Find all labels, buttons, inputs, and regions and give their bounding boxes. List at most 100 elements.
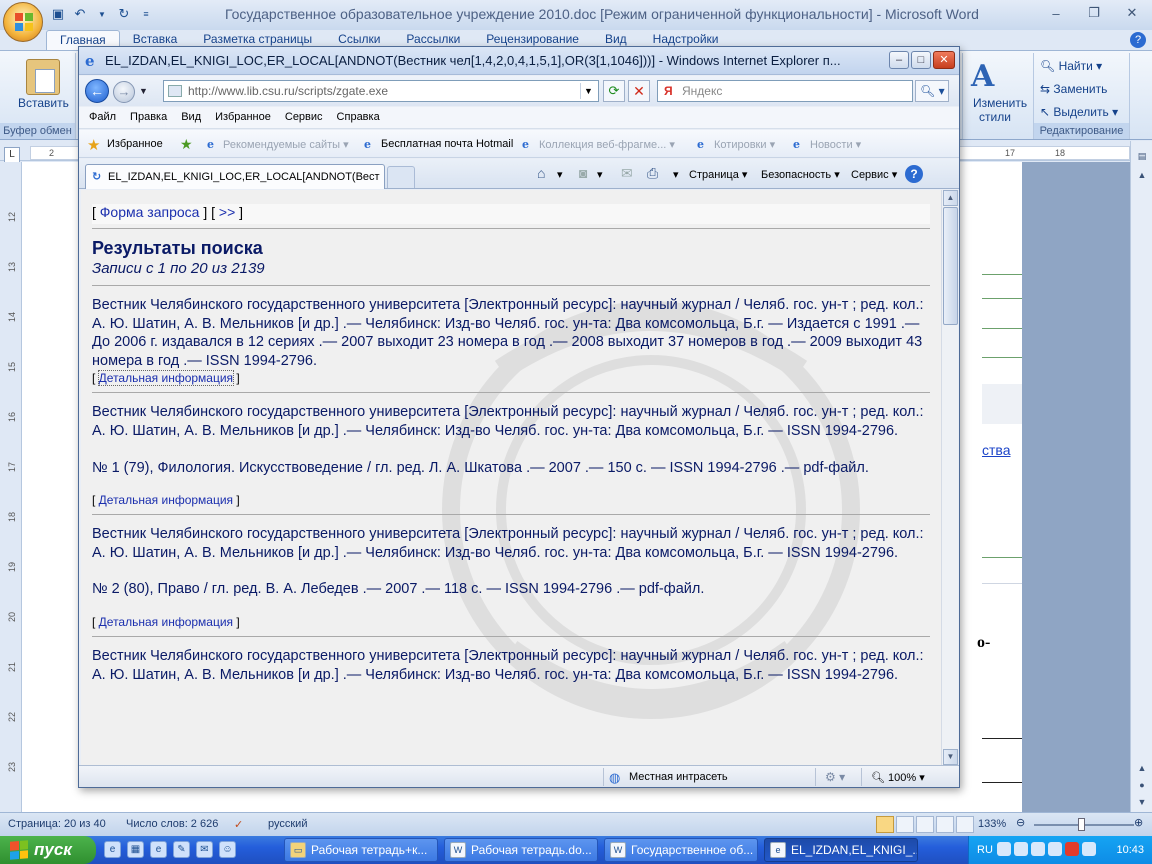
detail-info-link[interactable]: Детальная информация bbox=[97, 370, 235, 387]
scroll-down-icon[interactable]: ▼ bbox=[943, 749, 958, 765]
print-layout-icon[interactable] bbox=[876, 816, 894, 833]
taskbar-button-word-doc[interactable]: W Государственное об... bbox=[604, 838, 758, 862]
search-button[interactable]: 🔍︎ ▾ bbox=[915, 80, 949, 102]
security-icon[interactable] bbox=[1048, 842, 1062, 856]
restore-icon[interactable]: ❐ bbox=[1076, 2, 1112, 24]
next-page-icon[interactable]: ▼ bbox=[1135, 795, 1149, 809]
search-box[interactable]: Я Яндекс bbox=[657, 80, 913, 102]
menu-help[interactable]: Справка bbox=[337, 107, 388, 128]
close-icon[interactable]: ✕ bbox=[1114, 2, 1150, 24]
outlook-icon[interactable]: ✉ bbox=[196, 841, 213, 858]
language-indicator[interactable]: русский bbox=[268, 818, 307, 830]
zoom-slider-thumb[interactable] bbox=[1078, 818, 1085, 831]
help-icon[interactable]: ? bbox=[905, 165, 923, 183]
add-to-favorites-icon[interactable]: ★ bbox=[180, 136, 193, 153]
select-button[interactable]: ↖ Выделить ▾ bbox=[1040, 105, 1118, 119]
print-dropdown-icon[interactable]: ▾ bbox=[673, 168, 679, 181]
fav-hotmail[interactable]: Бесплатная почта Hotmail bbox=[381, 138, 513, 150]
back-button[interactable]: ← bbox=[85, 79, 109, 103]
minimize-icon[interactable]: – bbox=[1038, 2, 1074, 24]
language-indicator[interactable]: RU bbox=[977, 844, 993, 856]
replace-button[interactable]: ⇆ Заменить bbox=[1040, 82, 1107, 96]
close-icon[interactable]: ✕ bbox=[933, 51, 955, 69]
security-menu[interactable]: Безопасность ▾ bbox=[761, 168, 840, 181]
ie-tab[interactable]: ↻ EL_IZDAN,EL_KNIGI_LOC,ER_LOCAL[ANDNOT(… bbox=[85, 164, 385, 189]
home-icon[interactable]: ⌂ bbox=[537, 165, 545, 181]
next-page-link[interactable]: >> bbox=[219, 204, 235, 220]
paste-icon[interactable] bbox=[26, 59, 60, 95]
full-screen-reading-icon[interactable] bbox=[896, 816, 914, 833]
home-dropdown-icon[interactable]: ▾ bbox=[557, 168, 563, 181]
office-button[interactable] bbox=[3, 2, 43, 42]
collapse-tray-icon[interactable] bbox=[997, 842, 1011, 856]
page-indicator[interactable]: Страница: 20 из 40 bbox=[8, 818, 106, 830]
messenger-icon[interactable]: ☺ bbox=[219, 841, 236, 858]
menu-tools[interactable]: Сервис bbox=[285, 107, 331, 128]
draft-icon[interactable] bbox=[956, 816, 974, 833]
recent-pages-dropdown-icon[interactable]: ▼ bbox=[139, 86, 148, 96]
fav-quotes[interactable]: Котировки ▾ bbox=[714, 138, 775, 151]
vertical-ruler[interactable]: 12 13 14 15 16 17 18 19 20 21 22 23 bbox=[0, 162, 22, 812]
zoom-out-icon[interactable]: ⊖ bbox=[1016, 816, 1025, 829]
fav-web-slice-gallery[interactable]: Коллекция веб-фрагме... ▾ bbox=[539, 138, 675, 151]
forward-button[interactable]: → bbox=[113, 81, 135, 103]
ruler-toggle-icon[interactable]: ▤ bbox=[1135, 149, 1149, 163]
tab-selector[interactable]: L bbox=[4, 147, 20, 163]
find-button[interactable]: 🔍︎ Найти ▾ bbox=[1040, 59, 1102, 73]
ie-vertical-scrollbar[interactable]: ▲ ▼ bbox=[941, 190, 958, 765]
search-input[interactable]: Яндекс bbox=[682, 84, 722, 98]
antivirus-icon[interactable] bbox=[1065, 842, 1079, 856]
ie-icon[interactable]: e bbox=[150, 841, 167, 858]
ie-zoom-level[interactable]: 🔍︎ 100% ▾ bbox=[871, 771, 925, 784]
feeds-dropdown-icon[interactable]: ▾ bbox=[597, 168, 603, 181]
taskbar-button-word-doc[interactable]: W Рабочая тетрадь.do... bbox=[444, 838, 598, 862]
change-styles-icon[interactable]: A bbox=[971, 59, 994, 94]
taskbar-button-folder[interactable]: ▭ Рабочая тетрадь+к... bbox=[284, 838, 438, 862]
word-vertical-scrollbar[interactable]: ▤ ▲ ▲ ● ▼ bbox=[1130, 141, 1152, 812]
word-count[interactable]: Число слов: 2 626 bbox=[126, 818, 218, 830]
menu-favorites[interactable]: Избранное bbox=[215, 107, 279, 128]
change-styles-button[interactable]: Изменить bbox=[973, 96, 1027, 110]
clock[interactable]: 10:43 bbox=[1116, 844, 1144, 856]
tools-menu[interactable]: Сервис ▾ bbox=[851, 168, 897, 181]
desktop-icon[interactable]: ▦ bbox=[127, 841, 144, 858]
address-input[interactable]: http://www.lib.csu.ru/scripts/zgate.exe bbox=[188, 84, 388, 98]
detail-info-link[interactable]: Детальная информация bbox=[99, 493, 233, 507]
previous-page-icon[interactable]: ▲ bbox=[1135, 761, 1149, 775]
scroll-thumb[interactable] bbox=[943, 207, 958, 325]
protected-mode-icon[interactable]: ⚙ ▾ bbox=[825, 770, 845, 784]
browse-object-icon[interactable]: ● bbox=[1135, 778, 1149, 792]
page-menu[interactable]: Страница ▾ bbox=[689, 168, 747, 181]
query-form-link[interactable]: Форма запроса bbox=[100, 204, 200, 220]
address-bar[interactable]: http://www.lib.csu.ru/scripts/zgate.exe … bbox=[163, 80, 599, 102]
update-icon[interactable] bbox=[1082, 842, 1096, 856]
redo-icon[interactable]: ↻ bbox=[116, 6, 132, 22]
favorites-button[interactable]: Избранное bbox=[107, 138, 163, 150]
detail-info-link[interactable]: Детальная информация bbox=[99, 615, 233, 629]
new-tab-button[interactable] bbox=[387, 166, 415, 188]
document-link-fragment[interactable]: ства bbox=[982, 442, 1010, 458]
save-icon[interactable]: ▣ bbox=[50, 6, 66, 22]
taskbar-button-ie[interactable]: e EL_IZDAN,EL_KNIGI_... bbox=[764, 838, 918, 862]
read-mail-icon[interactable]: ✉ bbox=[621, 165, 633, 182]
web-layout-icon[interactable] bbox=[916, 816, 934, 833]
security-zone[interactable]: Местная интрасеть bbox=[629, 771, 728, 783]
print-icon[interactable]: ⎙ bbox=[647, 165, 658, 182]
outline-icon[interactable] bbox=[936, 816, 954, 833]
dropdown-arrow-icon[interactable]: ▼ bbox=[94, 6, 110, 22]
maximize-icon[interactable]: □ bbox=[911, 51, 931, 69]
scroll-up-icon[interactable]: ▲ bbox=[1135, 168, 1149, 182]
proofing-icon[interactable]: ✓ bbox=[234, 818, 243, 831]
stop-button[interactable]: ✕ bbox=[628, 80, 650, 102]
address-dropdown-icon[interactable]: ▼ bbox=[580, 83, 596, 99]
favorites-star-icon[interactable]: ★ bbox=[87, 136, 100, 154]
start-button[interactable]: пуск bbox=[0, 836, 96, 864]
scroll-up-icon[interactable]: ▲ bbox=[943, 190, 958, 206]
menu-view[interactable]: Вид bbox=[181, 107, 209, 128]
minimize-icon[interactable]: – bbox=[889, 51, 909, 69]
ie-icon[interactable]: e bbox=[104, 841, 121, 858]
zoom-in-icon[interactable]: ⊕ bbox=[1134, 816, 1143, 829]
network-icon[interactable] bbox=[1014, 842, 1028, 856]
undo-icon[interactable]: ↶ bbox=[72, 6, 88, 22]
notes-icon[interactable]: ✎ bbox=[173, 841, 190, 858]
